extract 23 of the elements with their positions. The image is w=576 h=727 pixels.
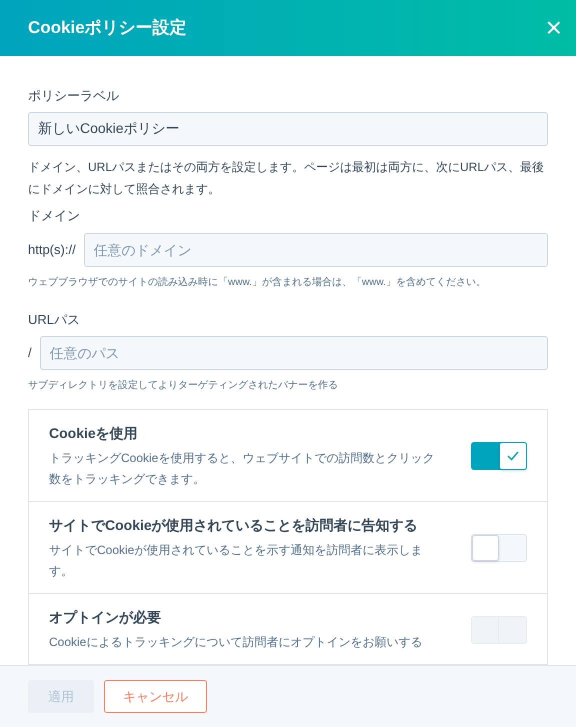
field-label: URLパス bbox=[28, 311, 82, 329]
field-prefix: http(s):// bbox=[28, 241, 76, 260]
close-button[interactable]: × bbox=[546, 14, 562, 42]
setting-description: トラッキングCookieを使用すると、ウェブサイトでの訪問数とクリック数をトラッキングできます。 bbox=[49, 450, 436, 488]
dialog-title: Cookieポリシー設定 bbox=[28, 17, 187, 40]
input-field[interactable]: 任意のドメイン bbox=[84, 233, 548, 267]
input-field[interactable]: 任意のパス bbox=[40, 336, 548, 370]
hint-text: ウェブブラウザでのサイトの読み込み時に「www.」が含まれる場合は、「www.」を含めてください。 bbox=[28, 276, 487, 290]
help-text: ドメイン、URLパスまたはその両方を設定します。ページは最初は両方に、次にURLパス、最後にドメインに対して照合されます。 bbox=[28, 158, 546, 198]
hint-text: サブディレクトリを設定してよりターゲティングされたバナーを作る bbox=[28, 378, 339, 392]
setting-title: オプトインが必要 bbox=[49, 608, 162, 626]
toggle-switch[interactable] bbox=[471, 534, 527, 562]
setting-description: Cookieによるトラッキングについて訪問者にオプトインをお願いする bbox=[49, 634, 424, 650]
field-label: ドメイン bbox=[28, 206, 81, 224]
setting-description: サイトでCookieが使用されていることを示す通知を訪問者に表示します。 bbox=[49, 542, 424, 580]
cancel-button[interactable]: キャンセル bbox=[104, 680, 207, 713]
input-field[interactable]: 新しいCookieポリシー bbox=[28, 112, 548, 146]
toggle-switch[interactable] bbox=[471, 442, 527, 470]
setting-title: Cookieを使用 bbox=[49, 424, 139, 442]
check-icon bbox=[507, 451, 519, 461]
field-label: ポリシーラベル bbox=[28, 87, 120, 105]
setting-title: サイトでCookieが使用されていることを訪問者に告知する bbox=[49, 516, 419, 535]
field-prefix: / bbox=[28, 344, 32, 362]
